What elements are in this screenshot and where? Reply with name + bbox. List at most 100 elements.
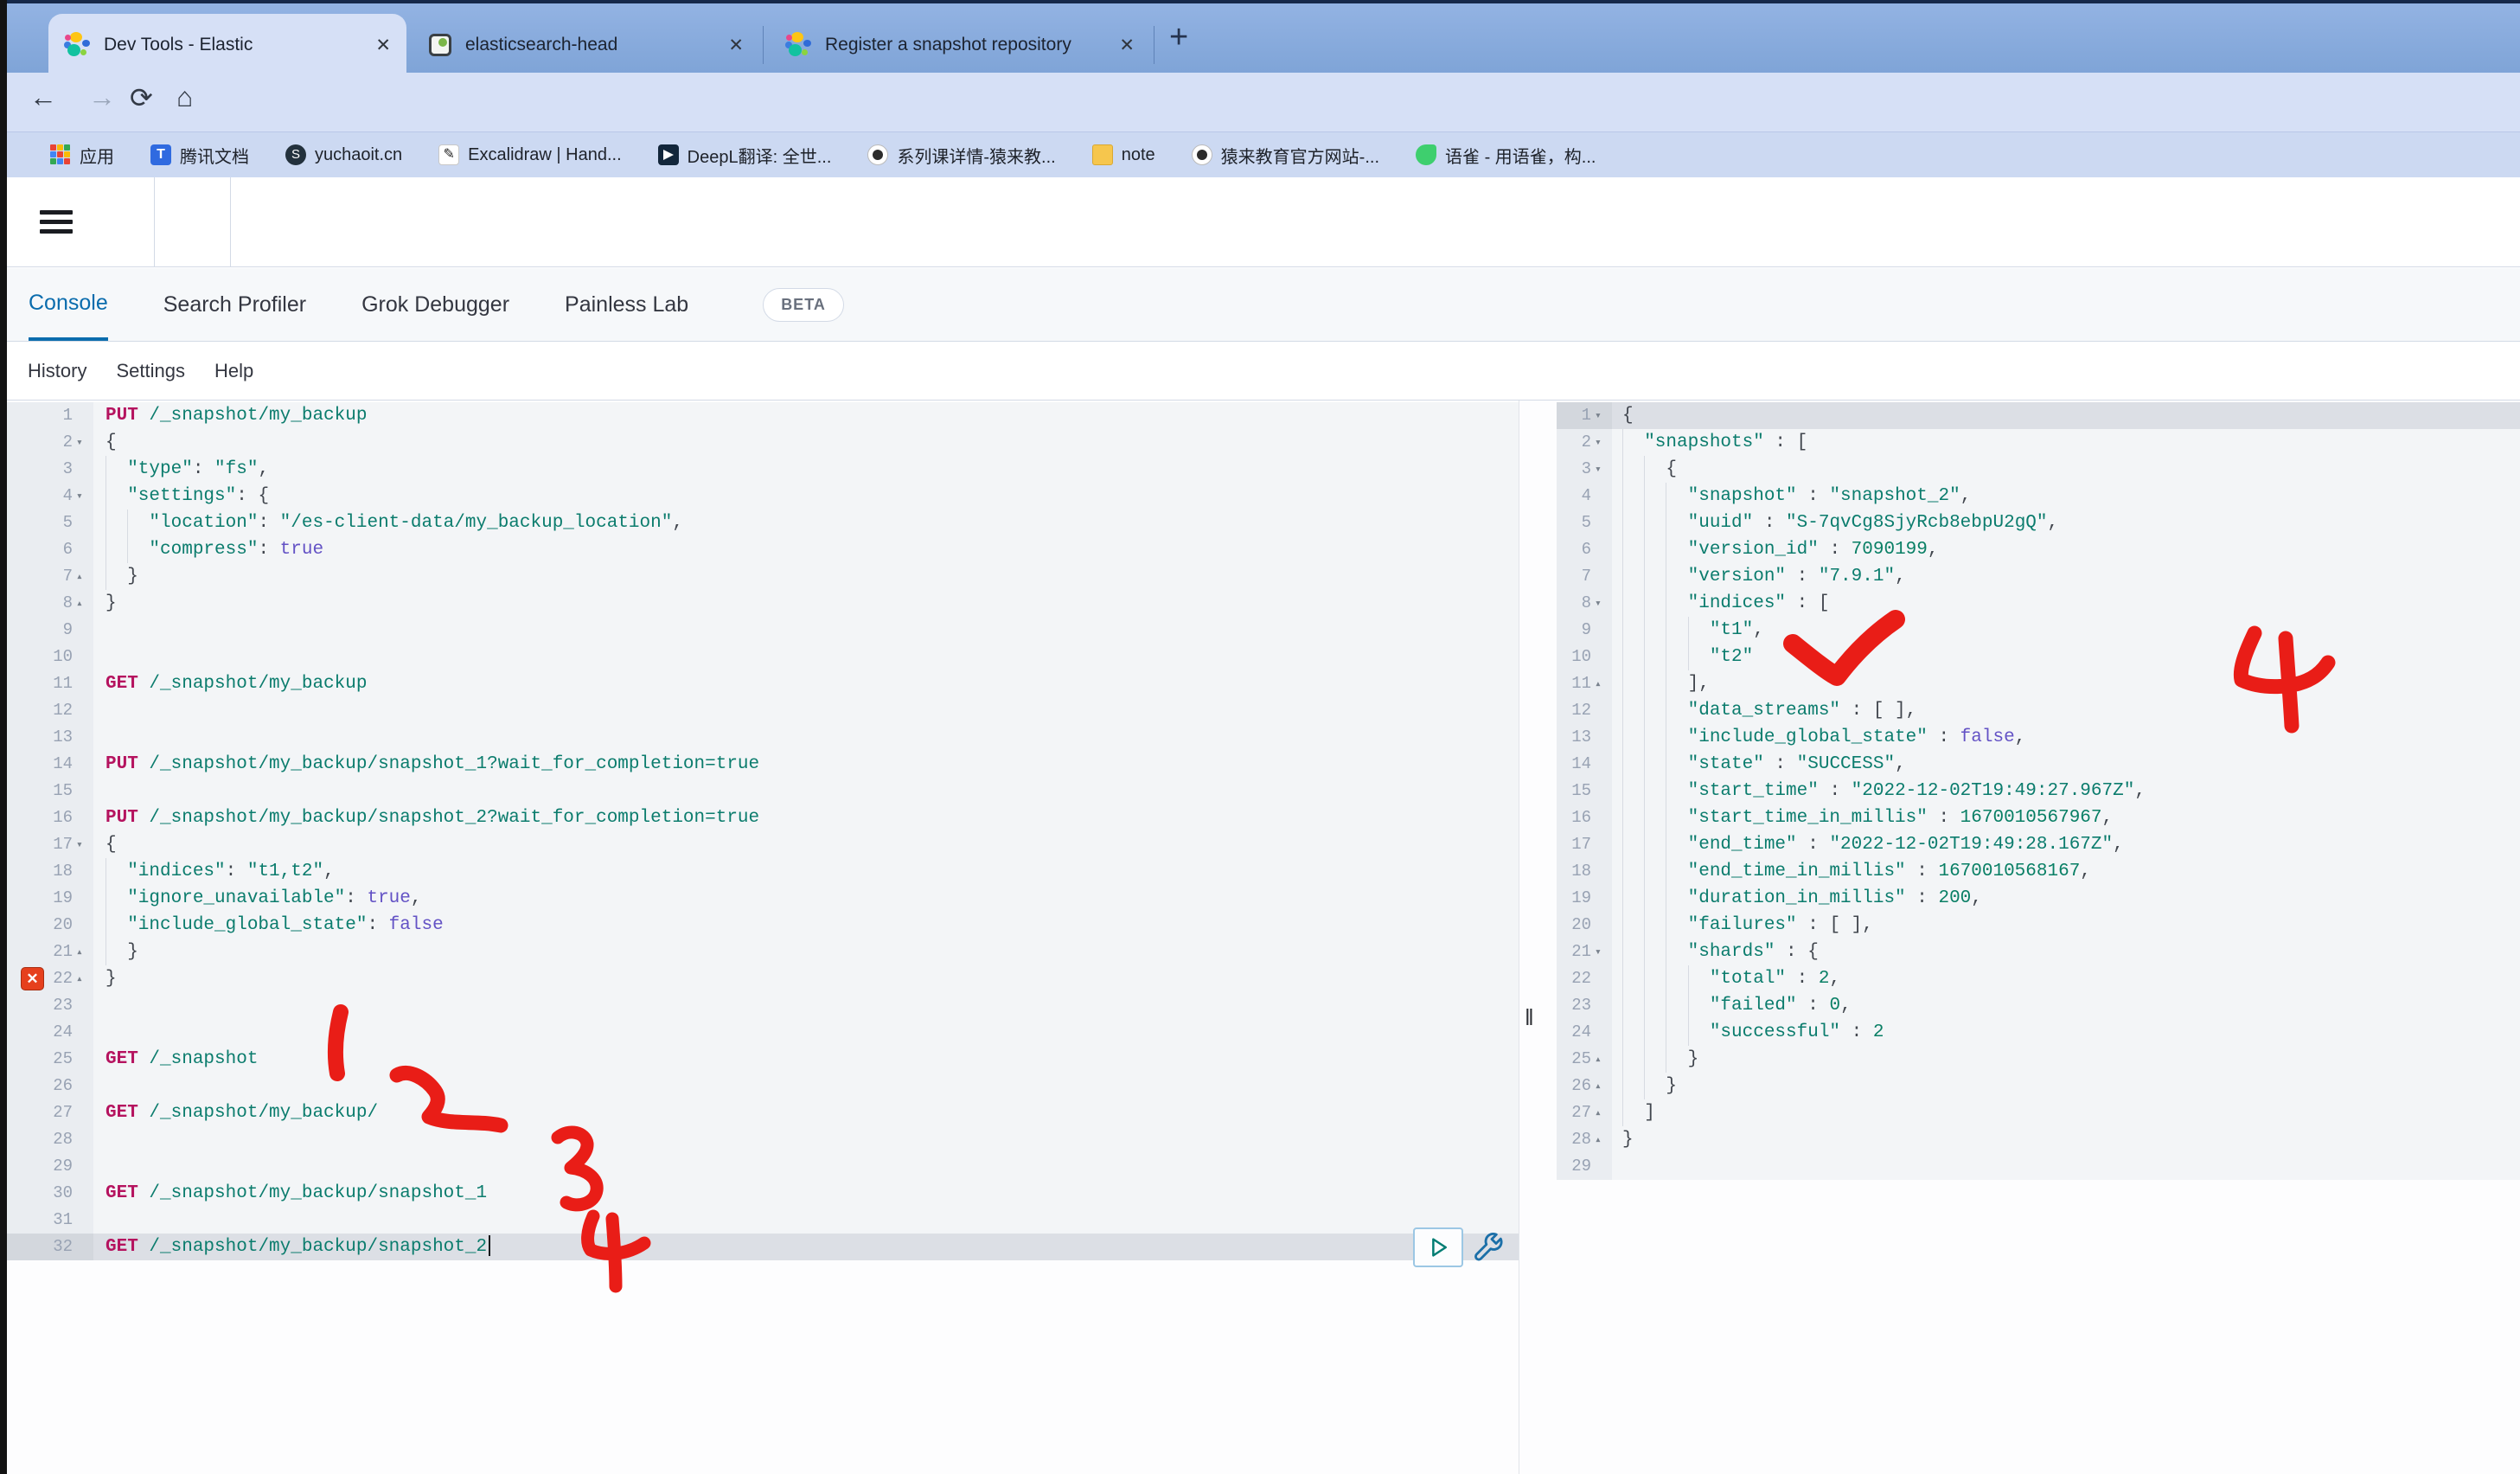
response-line[interactable]: 15"start_time" : "2022-12-02T19:49:27.96… bbox=[1557, 778, 2520, 804]
code-text[interactable]: "type": "fs", bbox=[93, 456, 1519, 483]
code-text[interactable]: { bbox=[93, 831, 1519, 858]
response-line[interactable]: 19"duration_in_millis" : 200, bbox=[1557, 885, 2520, 912]
code-text[interactable]: "version" : "7.9.1", bbox=[1612, 563, 2520, 590]
resize-handle-icon[interactable]: ‖ bbox=[1525, 1004, 1534, 1031]
editor-line[interactable]: 31 bbox=[7, 1207, 1519, 1234]
response-line[interactable]: 12"data_streams" : [ ], bbox=[1557, 697, 2520, 724]
code-text[interactable]: } bbox=[93, 965, 1519, 992]
tab-search-profiler[interactable]: Search Profiler bbox=[163, 268, 306, 341]
fold-toggle-icon[interactable]: ▾ bbox=[76, 429, 90, 456]
code-text[interactable] bbox=[1612, 1153, 2520, 1180]
response-line[interactable]: 29 bbox=[1557, 1153, 2520, 1180]
code-text[interactable]: "indices" : [ bbox=[1612, 590, 2520, 617]
bookmark-note[interactable]: note bbox=[1092, 144, 1155, 165]
response-line[interactable]: 9"t1", bbox=[1557, 617, 2520, 644]
code-text[interactable] bbox=[93, 697, 1519, 724]
editor-line[interactable]: 3"type": "fs", bbox=[7, 456, 1519, 483]
new-tab-button[interactable]: + bbox=[1169, 19, 1188, 56]
code-text[interactable]: "uuid" : "S-7qvCg8SjyRcb8ebpU2gQ", bbox=[1612, 509, 2520, 536]
code-text[interactable] bbox=[93, 1019, 1519, 1046]
code-text[interactable]: "include_global_state": false bbox=[93, 912, 1519, 939]
tab-console[interactable]: Console bbox=[29, 268, 108, 341]
code-text[interactable]: "location": "/es-client-data/my_backup_l… bbox=[93, 509, 1519, 536]
fold-toggle-icon[interactable]: ▴ bbox=[76, 563, 90, 590]
editor-line[interactable]: 18"indices": "t1,t2", bbox=[7, 858, 1519, 885]
browser-tab-snapshot-repo[interactable]: Register a snapshot repository ✕ bbox=[770, 14, 1150, 76]
bookmark-yuchaoit[interactable]: yuchaoit.cn bbox=[285, 144, 402, 165]
response-line[interactable]: 3▾{ bbox=[1557, 456, 2520, 483]
response-line[interactable]: 6"version_id" : 7090199, bbox=[1557, 536, 2520, 563]
response-line[interactable]: 22"total" : 2, bbox=[1557, 965, 2520, 992]
tab-grok-debugger[interactable]: Grok Debugger bbox=[361, 268, 509, 341]
response-line[interactable]: 13"include_global_state" : false, bbox=[1557, 724, 2520, 751]
response-line[interactable]: 25▴} bbox=[1557, 1046, 2520, 1073]
close-icon[interactable]: ✕ bbox=[728, 35, 744, 56]
code-text[interactable] bbox=[93, 1126, 1519, 1153]
code-text[interactable]: } bbox=[93, 939, 1519, 965]
editor-line[interactable]: ✕22▴} bbox=[7, 965, 1519, 992]
bookmark-yuanlai-edu[interactable]: 猿来教育官方网站-... bbox=[1192, 143, 1379, 168]
code-text[interactable]: GET /_snapshot/my_backup/snapshot_2 bbox=[93, 1234, 1519, 1260]
code-text[interactable]: GET /_snapshot bbox=[93, 1046, 1519, 1073]
menu-hamburger-icon[interactable] bbox=[40, 210, 73, 234]
code-text[interactable]: "start_time" : "2022-12-02T19:49:27.967Z… bbox=[1612, 778, 2520, 804]
editor-line[interactable]: 20"include_global_state": false bbox=[7, 912, 1519, 939]
fold-toggle-icon[interactable]: ▾ bbox=[1595, 456, 1609, 483]
code-text[interactable]: "state" : "SUCCESS", bbox=[1612, 751, 2520, 778]
response-viewer[interactable]: 1▾{2▾"snapshots" : [3▾{4"snapshot" : "sn… bbox=[1557, 402, 2520, 1180]
code-text[interactable]: ], bbox=[1612, 670, 2520, 697]
code-text[interactable]: "settings": { bbox=[93, 483, 1519, 509]
response-line[interactable]: 17"end_time" : "2022-12-02T19:49:28.167Z… bbox=[1557, 831, 2520, 858]
editor-line[interactable]: 30GET /_snapshot/my_backup/snapshot_1 bbox=[7, 1180, 1519, 1207]
response-line[interactable]: 18"end_time_in_millis" : 1670010568167, bbox=[1557, 858, 2520, 885]
code-text[interactable]: ] bbox=[1612, 1099, 2520, 1126]
code-text[interactable]: "end_time_in_millis" : 1670010568167, bbox=[1612, 858, 2520, 885]
response-line[interactable]: 26▴} bbox=[1557, 1073, 2520, 1099]
reload-icon[interactable]: ⟳ bbox=[130, 81, 153, 114]
menu-help[interactable]: Help bbox=[214, 360, 253, 382]
bookmark-course-detail[interactable]: 系列课详情-猿来教... bbox=[867, 143, 1055, 168]
editor-line[interactable]: 9 bbox=[7, 617, 1519, 644]
editor-line[interactable]: 13 bbox=[7, 724, 1519, 751]
code-text[interactable]: "snapshots" : [ bbox=[1612, 429, 2520, 456]
code-text[interactable]: GET /_snapshot/my_backup bbox=[93, 670, 1519, 697]
response-line[interactable]: 5"uuid" : "S-7qvCg8SjyRcb8ebpU2gQ", bbox=[1557, 509, 2520, 536]
fold-toggle-icon[interactable]: ▾ bbox=[1595, 429, 1609, 456]
code-text[interactable]: GET /_snapshot/my_backup/snapshot_1 bbox=[93, 1180, 1519, 1207]
code-text[interactable] bbox=[93, 1073, 1519, 1099]
code-text[interactable] bbox=[93, 1153, 1519, 1180]
code-text[interactable]: "t2" bbox=[1612, 644, 2520, 670]
code-text[interactable]: "data_streams" : [ ], bbox=[1612, 697, 2520, 724]
editor-line[interactable]: 28 bbox=[7, 1126, 1519, 1153]
response-line[interactable]: 11▴], bbox=[1557, 670, 2520, 697]
code-text[interactable]: { bbox=[93, 429, 1519, 456]
editor-line[interactable]: 2▾{ bbox=[7, 429, 1519, 456]
response-line[interactable]: 7"version" : "7.9.1", bbox=[1557, 563, 2520, 590]
code-text[interactable]: "ignore_unavailable": true, bbox=[93, 885, 1519, 912]
response-line[interactable]: 1▾{ bbox=[1557, 402, 2520, 429]
fold-toggle-icon[interactable]: ▴ bbox=[76, 939, 90, 965]
fold-toggle-icon[interactable]: ▴ bbox=[76, 590, 90, 617]
editor-line[interactable]: 24 bbox=[7, 1019, 1519, 1046]
editor-line[interactable]: 6"compress": true bbox=[7, 536, 1519, 563]
editor-line[interactable]: 14PUT /_snapshot/my_backup/snapshot_1?wa… bbox=[7, 751, 1519, 778]
code-text[interactable]: } bbox=[1612, 1126, 2520, 1153]
editor-line[interactable]: 15 bbox=[7, 778, 1519, 804]
code-text[interactable]: PUT /_snapshot/my_backup/snapshot_1?wait… bbox=[93, 751, 1519, 778]
fold-toggle-icon[interactable]: ▾ bbox=[1595, 590, 1609, 617]
response-line[interactable]: 23"failed" : 0, bbox=[1557, 992, 2520, 1019]
response-line[interactable]: 20"failures" : [ ], bbox=[1557, 912, 2520, 939]
close-icon[interactable]: ✕ bbox=[1119, 35, 1135, 56]
fold-toggle-icon[interactable]: ▴ bbox=[76, 965, 90, 992]
bookmark-excalidraw[interactable]: Excalidraw | Hand... bbox=[438, 144, 622, 165]
code-text[interactable] bbox=[93, 1207, 1519, 1234]
code-text[interactable] bbox=[93, 644, 1519, 670]
code-text[interactable]: PUT /_snapshot/my_backup/snapshot_2?wait… bbox=[93, 804, 1519, 831]
fold-toggle-icon[interactable]: ▴ bbox=[1595, 1073, 1609, 1099]
response-line[interactable]: 24"successful" : 2 bbox=[1557, 1019, 2520, 1046]
menu-settings[interactable]: Settings bbox=[116, 360, 185, 382]
response-line[interactable]: 21▾"shards" : { bbox=[1557, 939, 2520, 965]
code-text[interactable]: "indices": "t1,t2", bbox=[93, 858, 1519, 885]
home-icon[interactable]: ⌂ bbox=[176, 81, 193, 113]
code-text[interactable]: "snapshot" : "snapshot_2", bbox=[1612, 483, 2520, 509]
